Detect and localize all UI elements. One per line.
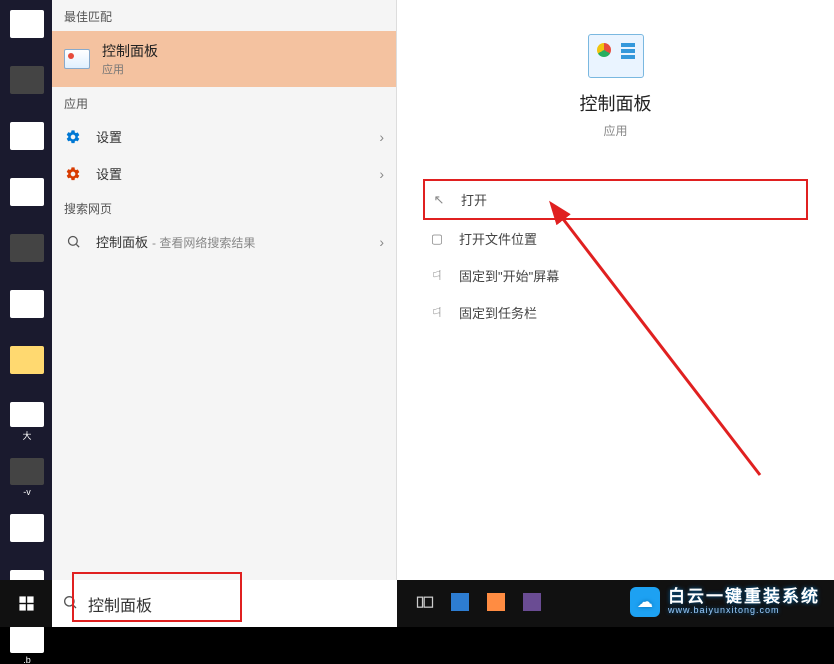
app-item-settings-2[interactable]: 设置 ›: [52, 155, 396, 192]
best-match-subtitle: 应用: [102, 61, 158, 77]
app-item-label: 设置: [96, 164, 365, 183]
action-pin-to-taskbar[interactable]: ⚐ 固定到任务栏: [423, 294, 808, 331]
apps-header: 应用: [52, 87, 396, 118]
detail-panel: 控制面板 应用 ↗ 打开 ▢ 打开文件位置 ⚐ 固定到"开始"屏幕 ⚐ 固定到任…: [397, 0, 834, 580]
desktop-icon[interactable]: [8, 10, 46, 48]
desktop-icons: 大 -v 本 .b: [8, 0, 52, 664]
taskbar-items: [397, 593, 834, 615]
action-pin-to-start[interactable]: ⚐ 固定到"开始"屏幕: [423, 257, 808, 294]
taskbar-app-icon[interactable]: [487, 593, 509, 615]
best-match-header: 最佳匹配: [52, 0, 396, 31]
best-match-title: 控制面板: [102, 41, 158, 61]
open-icon: ↗: [431, 192, 447, 208]
action-label: 固定到"开始"屏幕: [459, 266, 559, 285]
chevron-right-icon: ›: [379, 166, 384, 182]
app-item-settings-1[interactable]: 设置 ›: [52, 118, 396, 155]
taskbar-app-icon[interactable]: [451, 593, 473, 615]
control-panel-icon: [64, 49, 90, 69]
action-open[interactable]: ↗ 打开: [423, 179, 808, 220]
detail-title: 控制面板: [580, 90, 652, 116]
chevron-right-icon: ›: [379, 129, 384, 145]
folder-icon: ▢: [429, 231, 445, 247]
app-item-label: 设置: [96, 127, 365, 146]
search-icon: [62, 594, 78, 615]
search-box-container[interactable]: [52, 580, 397, 627]
search-results-panel: 最佳匹配 控制面板 应用 应用 设置 › 设置 › 搜索网页 控制面板- 查看网…: [52, 0, 397, 580]
search-icon: [64, 233, 82, 251]
desktop-icon[interactable]: [8, 178, 46, 216]
chevron-right-icon: ›: [379, 234, 384, 250]
best-match-item[interactable]: 控制面板 应用: [52, 31, 396, 87]
gear-icon: [64, 165, 82, 183]
desktop-icon[interactable]: [8, 346, 46, 384]
search-input[interactable]: [52, 580, 397, 627]
desktop-icon[interactable]: 大: [8, 402, 46, 440]
pin-icon: ⚐: [429, 305, 445, 321]
taskbar-app-icon[interactable]: [523, 593, 545, 615]
desktop-icon[interactable]: [8, 514, 46, 552]
action-open-file-location[interactable]: ▢ 打开文件位置: [423, 220, 808, 257]
action-label: 固定到任务栏: [459, 303, 537, 322]
taskbar: [0, 580, 834, 627]
pin-icon: ⚐: [429, 268, 445, 284]
web-search-item[interactable]: 控制面板- 查看网络搜索结果 ›: [52, 223, 396, 260]
detail-subtitle: 应用: [603, 122, 627, 139]
task-view-icon[interactable]: [415, 593, 437, 615]
web-search-header: 搜索网页: [52, 192, 396, 223]
start-button[interactable]: [0, 580, 52, 627]
desktop-icon[interactable]: [8, 234, 46, 272]
gear-icon: [64, 128, 82, 146]
desktop-icon[interactable]: .b: [8, 626, 46, 664]
action-label: 打开文件位置: [459, 229, 537, 248]
desktop-icon[interactable]: [8, 290, 46, 328]
desktop-icon[interactable]: [8, 122, 46, 160]
desktop-icon[interactable]: -v: [8, 458, 46, 496]
action-label: 打开: [461, 190, 487, 209]
desktop-icon[interactable]: [8, 66, 46, 104]
control-panel-large-icon: [588, 34, 644, 78]
web-search-label: 控制面板- 查看网络搜索结果: [96, 232, 365, 251]
